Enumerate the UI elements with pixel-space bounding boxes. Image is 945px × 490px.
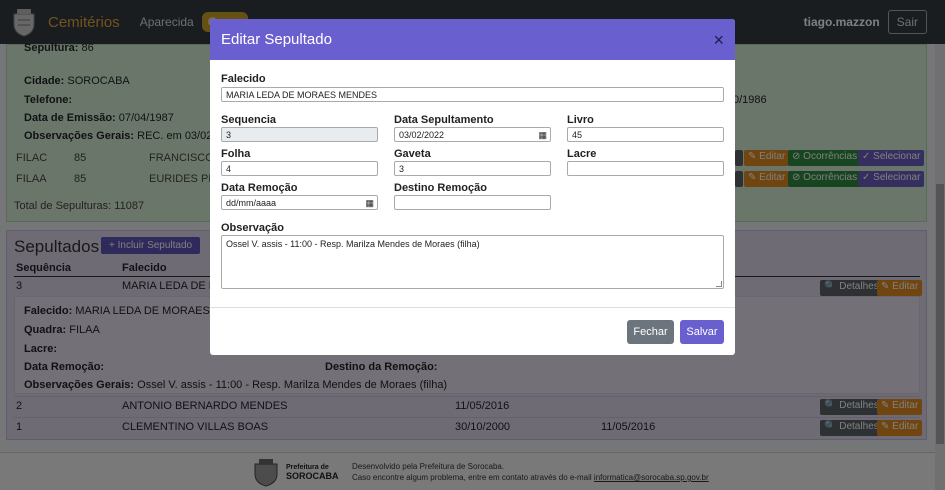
calendar-icon[interactable]: ▦ xyxy=(365,197,374,209)
data-remocao-input[interactable]: dd/mm/aaaa ▦ xyxy=(221,195,378,210)
lacre-label: Lacre xyxy=(567,148,597,160)
close-icon[interactable]: × xyxy=(713,31,724,49)
destino-remocao-input[interactable] xyxy=(394,195,551,210)
save-button[interactable]: Salvar xyxy=(680,320,724,344)
data-sepultamento-input[interactable]: 03/02/2022 ▦ xyxy=(394,127,551,142)
modal-body: Falecido MARIA LEDA DE MORAES MENDES Seq… xyxy=(210,60,735,308)
edit-sepultado-modal: Editar Sepultado × Falecido MARIA LEDA D… xyxy=(210,19,735,355)
gaveta-input[interactable]: 3 xyxy=(394,161,551,176)
falecido-input[interactable]: MARIA LEDA DE MORAES MENDES xyxy=(221,87,724,102)
resize-handle[interactable] xyxy=(716,281,722,287)
folha-input[interactable]: 4 xyxy=(221,161,378,176)
sequencia-label: Sequencia xyxy=(221,114,277,126)
modal-title: Editar Sepultado xyxy=(221,31,332,48)
observacao-textarea[interactable]: Ossel V. assis - 11:00 - Resp. Marilza M… xyxy=(221,235,724,289)
livro-input[interactable]: 45 xyxy=(567,127,724,142)
modal-header: Editar Sepultado × xyxy=(210,19,735,60)
observacao-label: Observação xyxy=(221,222,284,234)
gaveta-label: Gaveta xyxy=(394,148,431,160)
folha-label: Folha xyxy=(221,148,251,160)
destino-remocao-label: Destino Remoção xyxy=(394,182,487,194)
falecido-label: Falecido xyxy=(221,73,266,85)
close-button[interactable]: Fechar xyxy=(627,320,674,344)
lacre-input[interactable] xyxy=(567,161,724,176)
data-sepultamento-label: Data Sepultamento xyxy=(394,114,494,126)
sequencia-input: 3 xyxy=(221,127,378,142)
calendar-icon[interactable]: ▦ xyxy=(538,129,547,141)
livro-label: Livro xyxy=(567,114,594,126)
data-remocao-label: Data Remoção xyxy=(221,182,298,194)
